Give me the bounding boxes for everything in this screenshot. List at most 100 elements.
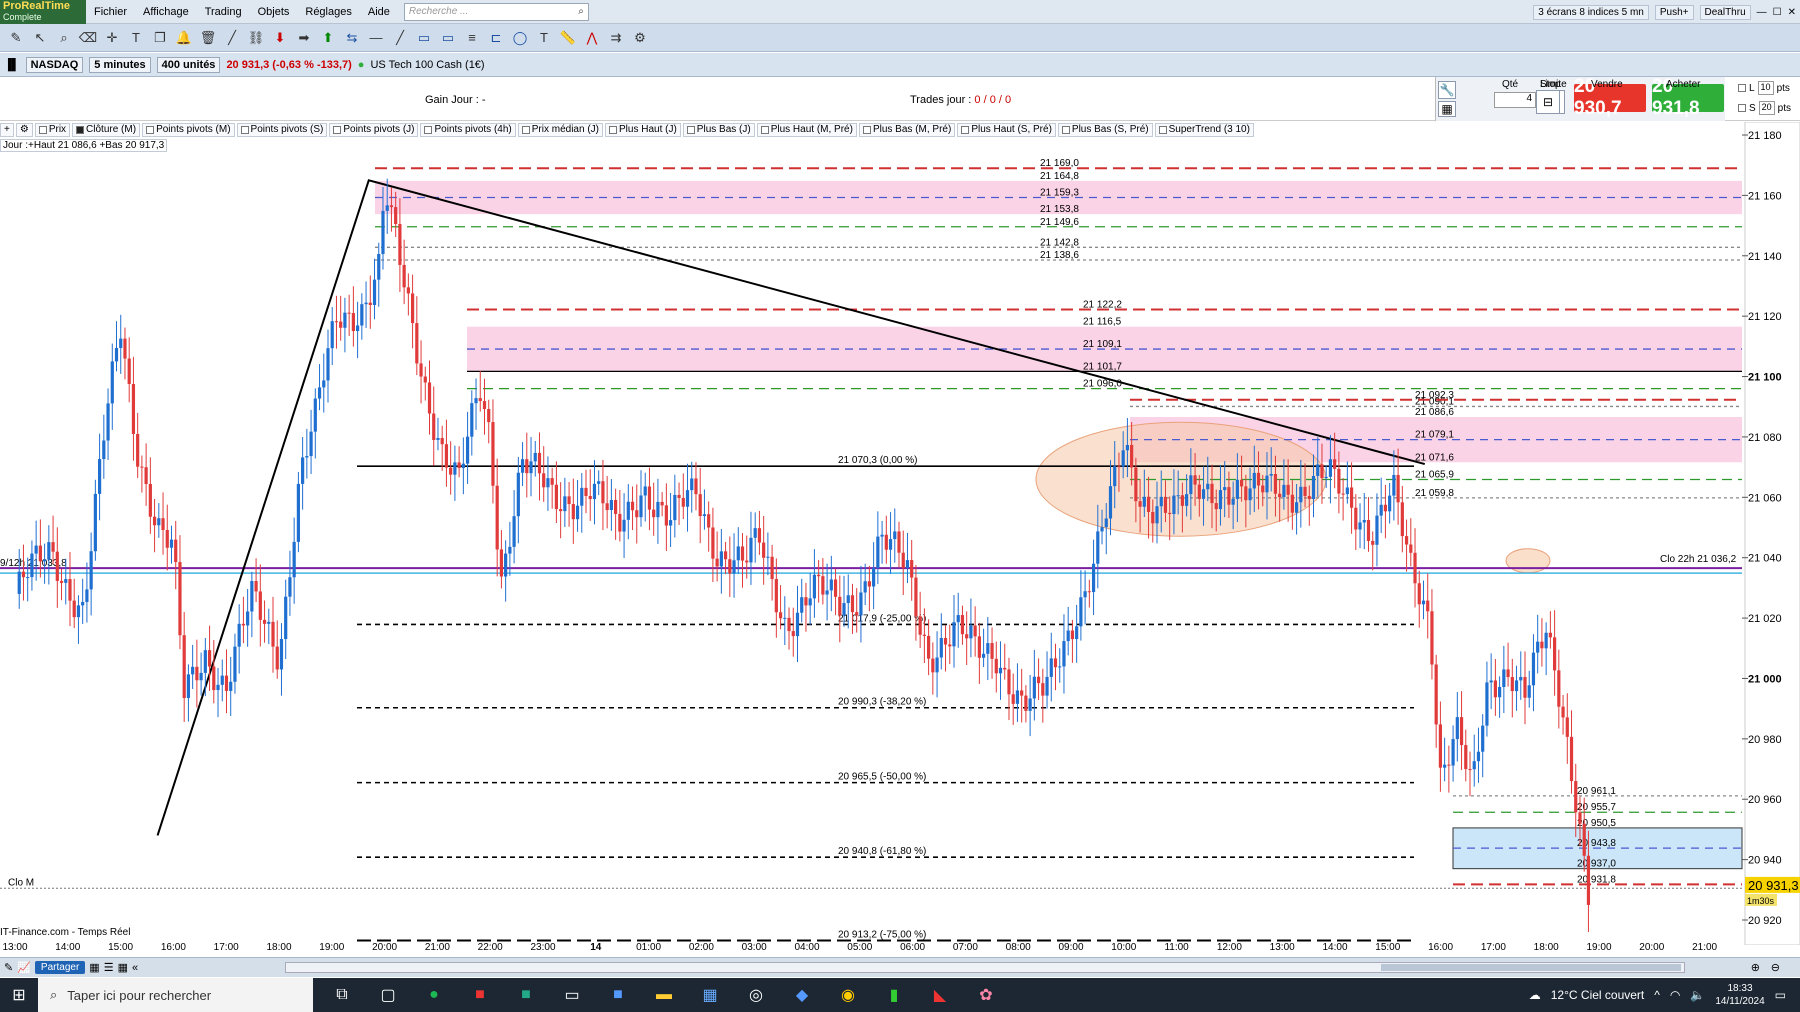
legend-checkbox[interactable]: [521, 126, 530, 134]
pdf-app-icon[interactable]: ◣: [923, 978, 957, 1012]
prorealtime-app-icon[interactable]: ▮: [877, 978, 911, 1012]
search-input[interactable]: Recherche ... ⌕: [403, 2, 589, 21]
ruler-icon[interactable]: 📏: [558, 28, 578, 48]
parallel-icon[interactable]: ⇉: [606, 28, 626, 48]
legend-checkbox[interactable]: [1158, 126, 1167, 134]
segment-icon[interactable]: —: [366, 28, 386, 48]
draw-icon[interactable]: ✎: [4, 961, 13, 974]
window-close-icon[interactable]: ✕: [1788, 7, 1796, 18]
ig-app-icon[interactable]: ■: [463, 978, 497, 1012]
window-maximize-icon[interactable]: ☐: [1773, 7, 1782, 18]
text-box-icon[interactable]: T: [534, 28, 554, 48]
legend-checkbox[interactable]: [961, 126, 970, 134]
spotify-app-icon[interactable]: ●: [417, 978, 451, 1012]
rectangle-icon[interactable]: ▭: [438, 28, 458, 48]
legend-item-0[interactable]: Prix: [34, 123, 71, 137]
app-icon-13[interactable]: ✿: [969, 978, 1003, 1012]
legend-item-1[interactable]: Clôture (M): [72, 123, 141, 137]
legend-checkbox[interactable]: [424, 126, 433, 134]
market-selector[interactable]: NASDAQ: [25, 56, 84, 73]
legend-item-2[interactable]: Points pivots (M): [142, 123, 235, 137]
crosshair-icon[interactable]: ✛: [102, 28, 122, 48]
legend-checkbox[interactable]: [333, 126, 342, 134]
zoom-out-icon[interactable]: ⊖: [1771, 961, 1780, 974]
zoom-icon[interactable]: ⌕: [54, 28, 74, 48]
push-button[interactable]: Push+: [1654, 4, 1694, 20]
wrench-icon[interactable]: 🔧: [1438, 81, 1456, 99]
task-view-icon[interactable]: ⧉: [325, 978, 359, 1012]
menu-aide[interactable]: Aide: [360, 6, 398, 18]
eraser-icon[interactable]: ⌫: [78, 28, 98, 48]
legend-item-12[interactable]: Plus Bas (S, Pré): [1057, 123, 1153, 137]
legend-checkbox[interactable]: [76, 126, 85, 134]
legend-item-5[interactable]: Points pivots (4h): [420, 123, 516, 137]
stop-order-icon[interactable]: ⊟: [1536, 90, 1560, 114]
windows-start-icon[interactable]: ⊞: [0, 978, 38, 1012]
chart-icon[interactable]: 📈: [17, 961, 31, 974]
projection-icon[interactable]: ⊏: [486, 28, 506, 48]
wifi-icon[interactable]: ◠: [1670, 988, 1680, 1002]
menu-objets[interactable]: Objets: [250, 6, 298, 18]
legend-checkbox[interactable]: [862, 126, 871, 134]
weather-icon[interactable]: ☁: [1529, 988, 1541, 1002]
arrow-right-icon[interactable]: ➡: [294, 28, 314, 48]
zoom-in-icon[interactable]: ⊕: [1751, 961, 1760, 974]
excel-app-icon[interactable]: ■: [509, 978, 543, 1012]
legend-item-6[interactable]: Prix médian (J): [517, 123, 603, 137]
quantity-field[interactable]: 4: [1494, 92, 1536, 108]
grid-icon[interactable]: ▦: [118, 961, 128, 974]
store-app-icon[interactable]: ▢: [371, 978, 405, 1012]
taskbar-search[interactable]: ⌕ Taper ici pour rechercher: [38, 978, 313, 1012]
layout-selector[interactable]: 3 écrans 8 indices 5 mn: [1533, 4, 1649, 20]
arrow-down-icon[interactable]: ⬇: [270, 28, 290, 48]
word-app-icon[interactable]: ■: [601, 978, 635, 1012]
s-checkbox[interactable]: [1738, 104, 1746, 112]
legend-item-8[interactable]: Plus Bas (J): [682, 123, 755, 137]
dealthru-button[interactable]: DealThru: [1699, 4, 1751, 20]
scrollbar-thumb[interactable]: [1381, 964, 1681, 971]
search-icon[interactable]: ⌕: [578, 6, 588, 17]
scroll-left-icon[interactable]: «: [132, 962, 138, 974]
legend-checkbox[interactable]: [240, 126, 249, 134]
legend-item-11[interactable]: Plus Haut (S, Pré): [957, 123, 1056, 137]
cursor-icon[interactable]: ↖: [30, 28, 50, 48]
legend-checkbox[interactable]: [686, 126, 695, 134]
legend-item-13[interactable]: SuperTrend (3 10): [1154, 123, 1254, 137]
horizontal-line-icon[interactable]: ⇆: [342, 28, 362, 48]
timeframe-selector[interactable]: 5 minutes: [89, 56, 151, 73]
arrow-up-icon[interactable]: ⬆: [318, 28, 338, 48]
l-points-field[interactable]: 10: [1757, 81, 1774, 95]
explorer-app-icon[interactable]: ▭: [555, 978, 589, 1012]
fibonacci-icon[interactable]: ≡: [462, 28, 482, 48]
clock[interactable]: 18:33 14/11/2024: [1715, 982, 1764, 1008]
legend-checkbox[interactable]: [1061, 126, 1070, 134]
weather-text[interactable]: 12°C Ciel couvert: [1551, 988, 1645, 1002]
app-icon-8[interactable]: ◎: [739, 978, 773, 1012]
legend-item-7[interactable]: Plus Haut (J): [605, 123, 681, 137]
copy-icon[interactable]: ❐: [150, 28, 170, 48]
legend-checkbox[interactable]: [146, 126, 155, 134]
settings-icon[interactable]: ⚙: [630, 28, 650, 48]
trendline-icon[interactable]: ╱: [390, 28, 410, 48]
calculator-app-icon[interactable]: ▦: [693, 978, 727, 1012]
price-chart[interactable]: 21 180 21 160 21 140 21 120 21 100 21 080 21 0…: [0, 122, 1800, 945]
text-tool-icon[interactable]: T: [126, 28, 146, 48]
list-icon[interactable]: ☰: [104, 961, 114, 974]
tray-chevron-icon[interactable]: ^: [1654, 988, 1660, 1002]
menu-trading[interactable]: Trading: [197, 6, 250, 18]
horizontal-scrollbar[interactable]: [285, 962, 1685, 973]
legend-item-10[interactable]: Plus Bas (M, Pré): [858, 123, 956, 137]
legend-settings-icon[interactable]: ⚙: [15, 123, 33, 137]
bell-icon[interactable]: 🔔: [174, 28, 194, 48]
channel-icon[interactable]: ▭: [414, 28, 434, 48]
legend-item-4[interactable]: Points pivots (J): [329, 123, 419, 137]
chart-type-icon[interactable]: ▐▌: [4, 59, 20, 71]
legend-checkbox[interactable]: [760, 126, 769, 134]
pattern-icon[interactable]: ⋀: [582, 28, 602, 48]
l-checkbox[interactable]: [1738, 84, 1746, 92]
chrome-app-icon[interactable]: ◉: [831, 978, 865, 1012]
ellipse-icon[interactable]: ◯: [510, 28, 530, 48]
trash-icon[interactable]: 🗑: [198, 28, 218, 48]
link-icon[interactable]: ⛓: [246, 28, 266, 48]
legend-item-9[interactable]: Plus Haut (M, Pré): [756, 123, 857, 137]
